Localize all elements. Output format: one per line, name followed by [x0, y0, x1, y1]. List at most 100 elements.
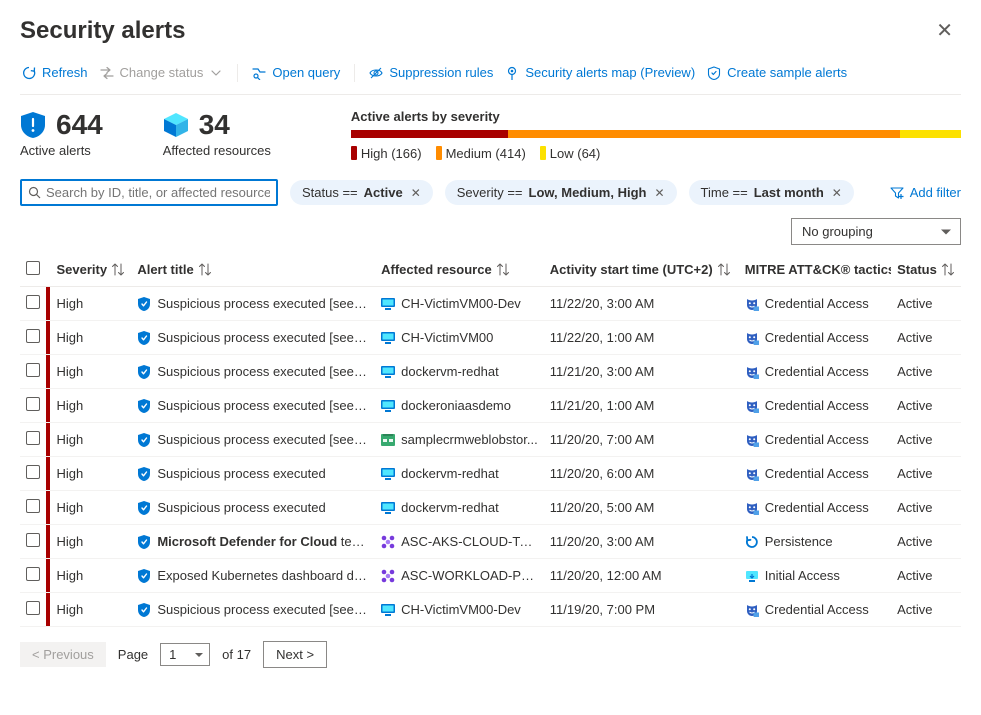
- refresh-icon: [22, 66, 36, 80]
- row-checkbox[interactable]: [26, 533, 40, 547]
- cell-status: Active: [891, 525, 961, 559]
- cell-title: Suspicious process executed [seen ...: [137, 602, 369, 617]
- chip-severity-remove[interactable]: ✕: [652, 186, 664, 200]
- filter-chip-status[interactable]: Status == Active ✕: [290, 180, 433, 205]
- chip-time-remove[interactable]: ✕: [830, 186, 842, 200]
- row-checkbox[interactable]: [26, 329, 40, 343]
- legend-medium[interactable]: Medium (414): [436, 146, 526, 161]
- select-all-checkbox[interactable]: [26, 261, 40, 275]
- search-icon: [28, 186, 42, 200]
- close-button[interactable]: ✕: [928, 14, 961, 47]
- cell-tactic: Persistence: [745, 534, 885, 549]
- cell-resource: ASC-AKS-CLOUD-TALK: [381, 534, 538, 549]
- cell-severity: High: [50, 457, 131, 491]
- row-checkbox[interactable]: [26, 397, 40, 411]
- create-sample-alerts-button[interactable]: Create sample alerts: [705, 61, 849, 84]
- cell-severity: High: [50, 389, 131, 423]
- cell-time: 11/21/20, 3:00 AM: [544, 355, 739, 389]
- table-row[interactable]: High Suspicious process executed dockerv…: [20, 457, 961, 491]
- shield-icon: [137, 603, 151, 617]
- tactic-icon: [745, 433, 759, 447]
- col-time[interactable]: Activity start time (UTC+2): [550, 262, 730, 277]
- row-checkbox[interactable]: [26, 499, 40, 513]
- resource-icon: [381, 467, 395, 481]
- cell-severity: High: [50, 423, 131, 457]
- tactic-icon: [745, 365, 759, 379]
- table-row[interactable]: High Microsoft Defender for Cloud test a…: [20, 525, 961, 559]
- prev-page-button[interactable]: < Previous: [20, 642, 106, 667]
- cell-resource: dockeroniaasdemo: [381, 398, 538, 413]
- active-alerts-count: 644: [56, 109, 103, 141]
- severity-bar: [351, 130, 961, 138]
- table-row[interactable]: High Suspicious process executed [seen .…: [20, 389, 961, 423]
- row-checkbox[interactable]: [26, 363, 40, 377]
- filter-chip-time[interactable]: Time == Last month ✕: [689, 180, 854, 205]
- alerts-map-button[interactable]: Security alerts map (Preview): [503, 61, 697, 84]
- table-row[interactable]: High Suspicious process executed [seen .…: [20, 355, 961, 389]
- cell-status: Active: [891, 389, 961, 423]
- row-checkbox[interactable]: [26, 431, 40, 445]
- cell-resource: dockervm-redhat: [381, 500, 538, 515]
- shield-icon: [137, 467, 151, 481]
- chip-status-prefix: Status ==: [302, 185, 358, 200]
- search-input[interactable]: [46, 185, 270, 200]
- row-checkbox[interactable]: [26, 601, 40, 615]
- filter-chip-severity[interactable]: Severity == Low, Medium, High ✕: [445, 180, 677, 205]
- shield-icon: [137, 569, 151, 583]
- cell-title: Suspicious process executed [seen ...: [137, 364, 369, 379]
- search-input-wrapper[interactable]: [20, 179, 278, 206]
- refresh-button[interactable]: Refresh: [20, 61, 90, 84]
- chip-status-remove[interactable]: ✕: [409, 186, 421, 200]
- cell-time: 11/21/20, 1:00 AM: [544, 389, 739, 423]
- stat-affected-resources: 34 Affected resources: [163, 109, 271, 158]
- cell-resource: dockervm-redhat: [381, 364, 538, 379]
- row-checkbox[interactable]: [26, 295, 40, 309]
- legend-low[interactable]: Low (64): [540, 146, 601, 161]
- affected-resources-label: Affected resources: [163, 143, 271, 158]
- row-checkbox[interactable]: [26, 465, 40, 479]
- legend-high[interactable]: High (166): [351, 146, 422, 161]
- table-row[interactable]: High Suspicious process executed [seen .…: [20, 593, 961, 627]
- cell-title: Suspicious process executed [seen ...: [137, 296, 369, 311]
- table-row[interactable]: High Suspicious process executed dockerv…: [20, 491, 961, 525]
- resource-icon: [381, 365, 395, 379]
- shield-icon: [137, 535, 151, 549]
- table-row[interactable]: High Suspicious process executed [seen .…: [20, 423, 961, 457]
- col-tactics[interactable]: MITRE ATT&CK® tactics: [745, 262, 891, 277]
- resource-icon: [381, 603, 395, 617]
- toolbar: Refresh Change status Open query Suppres…: [20, 61, 961, 95]
- shield-icon: [137, 501, 151, 515]
- cell-status: Active: [891, 355, 961, 389]
- cell-tactic: Initial Access: [745, 568, 885, 583]
- table-row[interactable]: High Suspicious process executed [seen .…: [20, 321, 961, 355]
- tactic-icon: [745, 331, 759, 345]
- grouping-dropdown[interactable]: No grouping: [791, 218, 961, 245]
- col-resource[interactable]: Affected resource: [381, 262, 509, 277]
- eye-slash-icon: [369, 66, 383, 80]
- col-title[interactable]: Alert title: [137, 262, 210, 277]
- resource-icon: [381, 399, 395, 413]
- cell-time: 11/20/20, 7:00 AM: [544, 423, 739, 457]
- add-filter-button[interactable]: Add filter: [890, 185, 961, 200]
- chevron-down-icon: [209, 66, 223, 80]
- col-status[interactable]: Status: [897, 262, 954, 277]
- table-row[interactable]: High Suspicious process executed [seen .…: [20, 287, 961, 321]
- tactic-icon: [745, 535, 759, 549]
- tactic-icon: [745, 467, 759, 481]
- suppression-rules-button[interactable]: Suppression rules: [367, 61, 495, 84]
- table-row[interactable]: High Exposed Kubernetes dashboard det...…: [20, 559, 961, 593]
- row-checkbox[interactable]: [26, 567, 40, 581]
- col-severity[interactable]: Severity: [56, 262, 124, 277]
- chip-severity-prefix: Severity ==: [457, 185, 523, 200]
- cell-tactic: Credential Access: [745, 602, 885, 617]
- tactic-icon: [745, 399, 759, 413]
- next-page-button[interactable]: Next >: [263, 641, 327, 668]
- change-status-button[interactable]: Change status: [98, 61, 226, 84]
- cell-resource: CH-VictimVM00: [381, 330, 538, 345]
- open-query-button[interactable]: Open query: [250, 61, 342, 84]
- cell-title: Microsoft Defender for Cloud test alert …: [137, 534, 369, 549]
- refresh-label: Refresh: [42, 65, 88, 80]
- shield-icon: [137, 399, 151, 413]
- cell-time: 11/20/20, 6:00 AM: [544, 457, 739, 491]
- page-number-select[interactable]: 1: [160, 643, 210, 666]
